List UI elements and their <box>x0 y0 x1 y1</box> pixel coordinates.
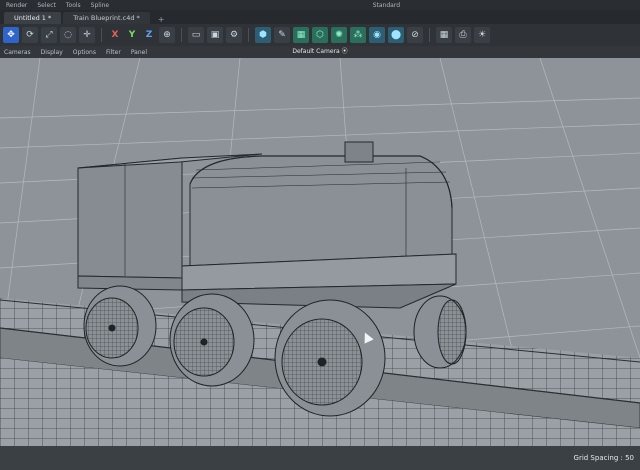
subdivision-icon: ▦ <box>296 30 306 40</box>
x-axis-toggle[interactable]: X <box>108 30 122 40</box>
gear-icon: ⚙ <box>229 30 239 40</box>
status-bar: Grid Spacing : 50 <box>0 446 640 470</box>
camera-icon: ⎙ <box>459 30 467 40</box>
pen-button[interactable]: ✎ <box>274 27 290 43</box>
coordinate-system-button[interactable]: ⊕ <box>159 27 175 43</box>
cube-button[interactable]: ⬢ <box>255 27 271 43</box>
move-tool-button[interactable]: ✥ <box>3 27 19 43</box>
move-icon: ✥ <box>7 30 15 40</box>
grid-spacing-readout: Grid Spacing : 50 <box>573 454 634 462</box>
rotate-icon: ⟳ <box>26 30 34 40</box>
y-axis-toggle[interactable]: Y <box>125 30 139 40</box>
menu-item-select[interactable]: Select <box>37 2 56 9</box>
subdivision-button[interactable]: ▦ <box>293 27 309 43</box>
deformer-icon: ✺ <box>335 30 343 40</box>
render-picture-button[interactable]: ▣ <box>207 27 223 43</box>
menu-bar: Render Select Tools Spline Standard <box>0 0 640 10</box>
light-icon: ☀ <box>477 30 487 40</box>
film-icon: ▣ <box>210 30 220 40</box>
field-button[interactable]: ◉ <box>369 27 385 43</box>
menu-item-tools[interactable]: Tools <box>66 2 81 9</box>
viewport-menu-filter[interactable]: Filter <box>106 49 121 56</box>
select-icon: ◌ <box>64 30 72 40</box>
pen-icon: ✎ <box>278 30 286 40</box>
globe-icon: ⊕ <box>163 30 171 40</box>
cube-icon: ⬢ <box>259 30 267 40</box>
viewport-scene <box>0 58 640 462</box>
train-model <box>77 141 457 309</box>
viewport-menu-cameras[interactable]: Cameras <box>4 49 31 56</box>
scale-tool-button[interactable]: ⤢ <box>41 27 57 43</box>
z-axis-toggle[interactable]: Z <box>142 30 156 40</box>
select-tool-button[interactable]: ◌ <box>60 27 76 43</box>
main-toolbar: ✥ ⟳ ⤢ ◌ ✛ X Y Z ⊕ ▭ ▣ ⚙ ⬢ ✎ ▦ ⬡ ✺ ⁂ ◉ ⬤ … <box>0 24 640 46</box>
render-settings-button[interactable]: ⚙ <box>226 27 242 43</box>
mograph-icon: ⁂ <box>353 30 363 40</box>
document-tab-bar: Untitled 1 * Train Blueprint.c4d * + <box>0 10 640 24</box>
layout-selector[interactable]: Standard <box>373 2 400 9</box>
array-icon: ⬡ <box>316 30 324 40</box>
viewport-menu-panel[interactable]: Panel <box>131 49 147 56</box>
viewport-menu-display[interactable]: Display <box>41 49 63 56</box>
crosshair-icon: ✛ <box>83 30 91 40</box>
scene-icon: ⬤ <box>390 30 402 40</box>
tab-untitled-1[interactable]: Untitled 1 * <box>4 12 62 24</box>
toolbar-separator <box>248 28 249 42</box>
toolbar-separator <box>101 28 102 42</box>
menu-item-render[interactable]: Render <box>6 2 27 9</box>
scene-button[interactable]: ⬤ <box>388 27 404 43</box>
rotate-tool-button[interactable]: ⟳ <box>22 27 38 43</box>
tag-icon: ⊘ <box>411 30 419 40</box>
deformer-button[interactable]: ✺ <box>331 27 347 43</box>
tag-button[interactable]: ⊘ <box>407 27 423 43</box>
toolbar-separator <box>429 28 430 42</box>
new-tab-button[interactable]: + <box>152 15 171 24</box>
camera-button[interactable]: ⎙ <box>455 27 471 43</box>
mograph-button[interactable]: ⁂ <box>350 27 366 43</box>
menu-item-spline[interactable]: Spline <box>91 2 109 9</box>
toolbar-separator <box>181 28 182 42</box>
transform-tool-button[interactable]: ✛ <box>79 27 95 43</box>
layout-grid-button[interactable]: ▦ <box>436 27 452 43</box>
light-button[interactable]: ☀ <box>474 27 490 43</box>
viewport[interactable] <box>0 58 640 462</box>
tab-train-blueprint[interactable]: Train Blueprint.c4d * <box>63 12 150 24</box>
scale-icon: ⤢ <box>45 30 53 40</box>
field-icon: ◉ <box>373 30 381 40</box>
render-view-button[interactable]: ▭ <box>188 27 204 43</box>
grid-icon: ▦ <box>439 30 449 40</box>
array-button[interactable]: ⬡ <box>312 27 328 43</box>
clapper-icon: ▭ <box>191 30 201 40</box>
viewport-menu: Cameras Display Options Filter Panel <box>0 46 640 58</box>
viewport-menu-options[interactable]: Options <box>73 49 96 56</box>
